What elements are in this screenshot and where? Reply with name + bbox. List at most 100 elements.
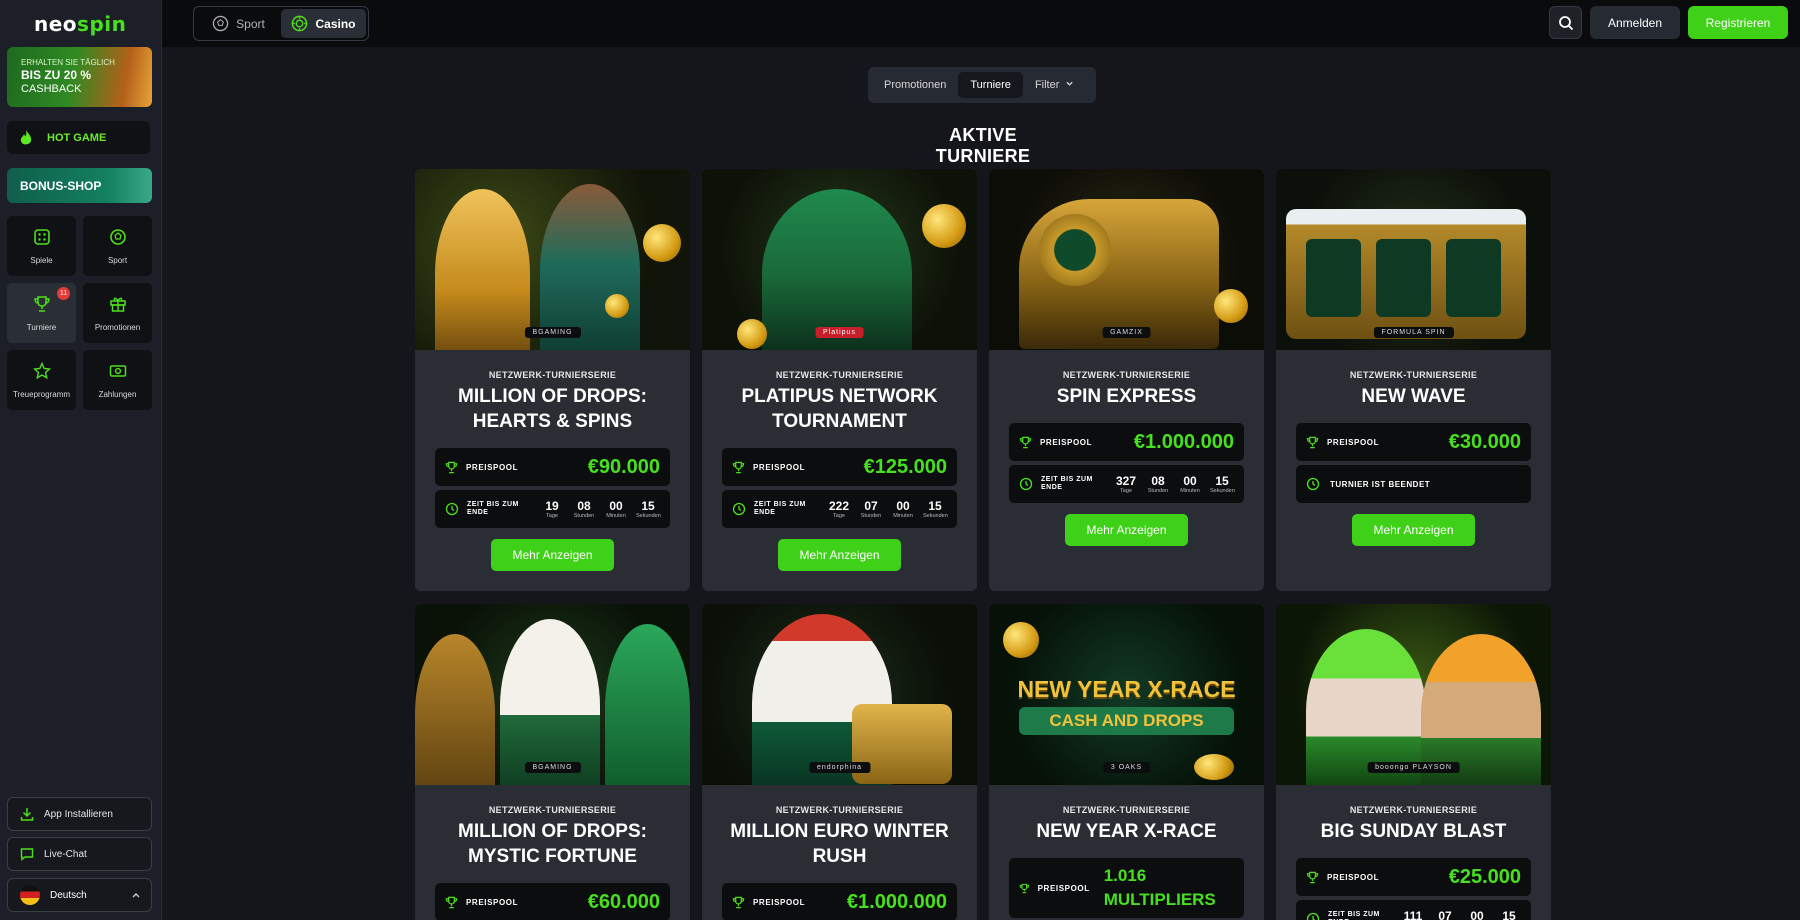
cashback-line3: CASHBACK [21, 83, 82, 95]
countdown-box: ZEIT BIS ZUM ENDE 327 Tage 08 Stunden 00 Mi… [1009, 465, 1244, 503]
register-button[interactable]: Registrieren [1688, 6, 1788, 39]
sidebar-item-sport[interactable]: Sport [83, 216, 152, 276]
hot-game-button[interactable]: HOT GAME [7, 121, 150, 154]
prize-pool-value: €60.000 [587, 890, 660, 913]
tournament-title: MILLION OF DROPS: MYSTIC FORTUNE [458, 821, 647, 867]
countdown-seconds: 15 [1502, 909, 1516, 920]
trophy-icon [445, 896, 458, 908]
countdown-days: 19 [545, 499, 559, 513]
unit-label: Sekunden [923, 513, 948, 519]
neospin-logo[interactable]: neospin [34, 12, 126, 36]
prize-pool-value: 1.016 MULTIPLIERS [1103, 866, 1216, 909]
sidebar: neospin ERHALTEN SIE TÄGLICH BIS ZU 20 %… [0, 0, 162, 920]
tournament-series: NETZWERK-TURNIERSERIE [1062, 370, 1191, 380]
countdown-seconds: 15 [928, 499, 942, 513]
tournament-card: BGAMING NETZWERK-TURNIERSERIE MILLION OF… [415, 169, 690, 591]
countdown-minutes: 00 [1470, 909, 1484, 920]
live-chat-button[interactable]: Live-Chat [7, 837, 152, 871]
cashback-banner[interactable]: ERHALTEN SIE TÄGLICH BIS ZU 20 % CASHBAC… [7, 47, 152, 107]
tournament-title: NEW YEAR X-RACE [1036, 821, 1217, 842]
sidebar-item-label: Turniere [26, 322, 57, 332]
prize-pool-label: PREISPOOL [466, 897, 519, 907]
sidebar-item-spiele[interactable]: Spiele [7, 216, 76, 276]
prize-pool-box: PREISPOOL €30.000 [1296, 423, 1531, 461]
cashback-line2: BIS ZU 20 % [21, 68, 92, 82]
tournament-title: BIG SUNDAY BLAST [1320, 821, 1507, 842]
tournament-card: Platipus NETZWERK-TURNIERSERIE PLATIPUS … [702, 169, 977, 591]
more-button[interactable]: Mehr Anzeigen [1352, 514, 1475, 546]
search-icon [1558, 15, 1573, 30]
tournament-card: FORMULA SPIN NETZWERK-TURNIERSERIE NEW W… [1276, 169, 1551, 591]
tournament-title: MILLION EURO WINTER RUSH [730, 821, 949, 867]
countdown-label: ZEIT BIS ZUM ENDE [1328, 911, 1380, 920]
prize-pool-box: PREISPOOL €1.000.000 [1009, 423, 1244, 461]
clock-icon [1306, 912, 1320, 920]
search-button[interactable] [1549, 6, 1582, 39]
sidebar-item-label: Promotionen [94, 322, 141, 332]
soccer-ball-icon [109, 228, 126, 245]
tab-turniere[interactable]: Turniere [958, 72, 1023, 98]
unit-label: Tage [546, 513, 558, 519]
filter-dropdown[interactable]: Filter [1023, 72, 1086, 98]
prize-pool-box: PREISPOOL €125.000 [722, 448, 957, 486]
unit-label: Minuten [606, 513, 626, 519]
tournament-info: NETZWERK-TURNIERSERIE PLATIPUS NETWORK T… [702, 350, 977, 571]
sidebar-item-turniere[interactable]: 11 Turniere [7, 283, 76, 343]
tournament-series: NETZWERK-TURNIERSERIE [775, 805, 904, 815]
provider-logo: GAMZIX [1102, 327, 1151, 338]
unit-label: Stunden [860, 513, 882, 519]
prize-pool-box: PREISPOOL 1.016 MULTIPLIERS [1009, 858, 1244, 918]
sidebar-item-promotionen[interactable]: Promotionen [83, 283, 152, 343]
login-button[interactable]: Anmelden [1590, 6, 1680, 39]
tournament-series: NETZWERK-TURNIERSERIE [775, 370, 904, 380]
prize-pool-value: €1.000.000 [1133, 430, 1234, 453]
prize-pool-value: €1.000.000 [846, 890, 947, 913]
trophy-icon [732, 896, 745, 908]
clock-icon [1019, 477, 1033, 491]
tab-promotionen[interactable]: Promotionen [872, 72, 958, 98]
countdown-seconds: 15 [1215, 474, 1229, 488]
unit-label: Sekunden [1210, 488, 1235, 494]
prize-pool-label: PREISPOOL [466, 462, 519, 472]
unit-label: Stunden [573, 513, 595, 519]
sidebar-item-zahlungen[interactable]: Zahlungen [83, 350, 152, 410]
countdown-hours: 07 [1438, 909, 1452, 920]
unit-label: Stunden [1147, 488, 1169, 494]
unit-label: Sekunden [636, 513, 661, 519]
tournament-info: NETZWERK-TURNIERSERIE MILLION EURO WINTE… [702, 785, 977, 920]
casino-chip-icon [292, 15, 308, 32]
provider-logo: FORMULA SPIN [1373, 327, 1454, 338]
countdown-box: ZEIT BIS ZUM ENDE 19 Tage 08 Stunden 00 Min… [435, 490, 670, 528]
prize-pool-label: PREISPOOL [1327, 437, 1380, 447]
prize-pool-value: €125.000 [863, 455, 947, 478]
sidebar-item-treueprogramm[interactable]: Treueprogramm [7, 350, 76, 410]
tournament-artwork: FORMULA SPIN [1276, 169, 1551, 350]
tournament-series: NETZWERK-TURNIERSERIE [1062, 805, 1191, 815]
provider-logo: booongo PLAYSON [1367, 762, 1460, 773]
provider-logo: endorphina [808, 762, 871, 773]
trophy-icon [732, 461, 745, 473]
tournament-card: GAMZIX NETZWERK-TURNIERSERIE SPIN EXPRES… [989, 169, 1264, 591]
prize-pool-box: PREISPOOL €60.000 [435, 883, 670, 920]
clock-icon [445, 502, 459, 516]
casino-tab[interactable]: Casino [281, 9, 366, 38]
sidebar-item-label: Treueprogramm [12, 389, 71, 399]
prize-pool-value: €30.000 [1448, 430, 1521, 453]
countdown-hours: 08 [1151, 474, 1165, 488]
tournament-card: BGAMING NETZWERK-TURNIERSERIE MILLION OF… [415, 604, 690, 920]
countdown-label: ZEIT BIS ZUM ENDE [1041, 476, 1093, 491]
chevron-up-icon [132, 893, 140, 898]
install-app-button[interactable]: App Installieren [7, 797, 152, 831]
unit-label: Tage [833, 513, 845, 519]
logo-accent: spin [77, 12, 127, 36]
tournament-title: NEW WAVE [1361, 386, 1466, 407]
filter-label: Filter [1034, 79, 1060, 91]
language-selector[interactable]: Deutsch [7, 878, 152, 912]
bonus-shop-banner[interactable]: BONUS-SHOP [7, 168, 152, 203]
star-icon [32, 361, 51, 379]
sport-tab[interactable]: Sport [196, 9, 281, 38]
live-chat-label: Live-Chat [44, 848, 87, 860]
more-button[interactable]: Mehr Anzeigen [1065, 514, 1188, 546]
more-button[interactable]: Mehr Anzeigen [491, 539, 614, 571]
more-button[interactable]: Mehr Anzeigen [778, 539, 901, 571]
